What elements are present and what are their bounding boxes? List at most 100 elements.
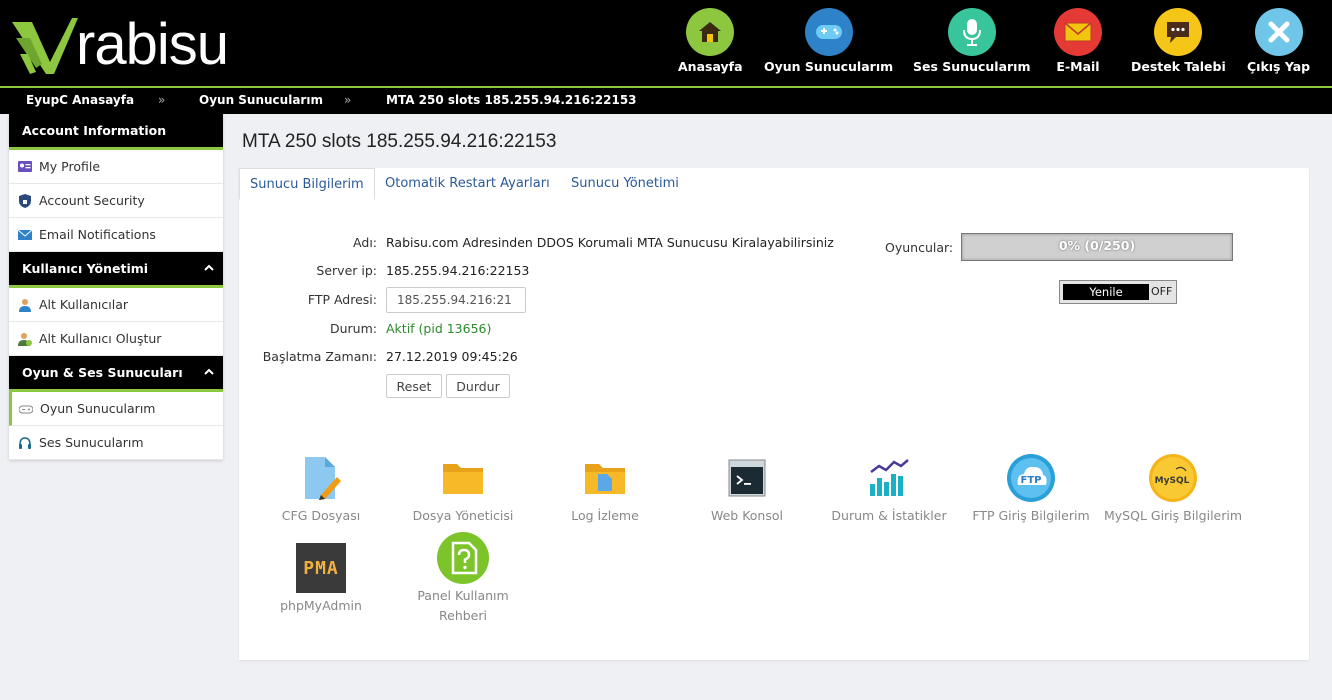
sidebar-item-label: My Profile [39,159,101,174]
players-progress-text: 0% (0/250) [1058,238,1136,253]
tool-durum-istatikler[interactable]: Durum & İstatikler [814,450,964,526]
breadcrumb-current: MTA 250 slots 185.255.94.216:22153 [386,93,637,107]
mysql-icon: MySQL [1145,450,1201,506]
microphone-icon [947,8,996,56]
envelope-icon [17,227,33,243]
nav-label: Destek Talebi [1131,59,1226,74]
sidebar-item-alt-kullanici-olustur[interactable]: Alt Kullanıcı Oluştur [9,322,223,356]
logo-mark-icon [12,18,78,74]
tool-label: Log İzleme [571,508,639,523]
gamepad-icon [18,401,34,417]
reset-button[interactable]: Reset [386,374,442,398]
gamepad-icon [804,8,853,56]
svg-text:MySQL: MySQL [1155,476,1190,486]
auto-refresh-toggle[interactable]: Yenile OFF [1059,280,1177,304]
stats-chart-icon [861,450,917,506]
players-label: Oyuncular: [885,240,954,255]
sidebar: Account Information My Profile Account S… [9,114,223,460]
tool-phpmyadmin[interactable]: PMA phpMyAdmin [246,540,396,616]
nav-label: Ses Sunucularım [913,59,1031,74]
sidebar-item-account-security[interactable]: Account Security [9,184,223,218]
headset-icon [17,435,33,451]
sidebar-item-alt-kullanicilar[interactable]: Alt Kullanıcılar [9,288,223,322]
tool-ftp-giris-bilgilerim[interactable]: FTP FTP Giriş Bilgilerim [956,450,1106,526]
breadcrumb-separator: » [344,93,352,107]
sidebar-item-label: Oyun Sunucularım [40,401,156,416]
sidebar-item-ses-sunuculari[interactable]: Ses Sunucularım [9,426,223,460]
sidebar-section-title: Kullanıcı Yönetimi [22,261,149,276]
page-title: MTA 250 slots 185.255.94.216:22153 [242,131,557,152]
breadcrumb: EyupC Anasayfa » Oyun Sunucularım » MTA … [0,86,1332,114]
toggle-off-label: OFF [1151,285,1173,298]
sidebar-section-account-information: Account Information [9,114,223,150]
sidebar-section-title: Oyun & Ses Sunucuları [22,365,183,380]
sidebar-item-email-notifications[interactable]: Email Notifications [9,218,223,252]
nav-cikis-yap[interactable]: Çıkış Yap [1247,8,1310,78]
tool-mysql-giris-bilgilerim[interactable]: MySQL MySQL Giriş Bilgilerim [1098,450,1248,526]
top-header: rabisu Anasayfa Oyun Sunucularım Ses Sun… [0,0,1332,86]
status-label: Durum: [330,321,377,336]
ftp-address-field[interactable] [386,287,526,313]
home-icon [686,8,735,56]
cfg-file-icon [293,450,349,506]
sidebar-section-oyun-ses-sunuculari[interactable]: Oyun & Ses Sunucuları [9,356,223,392]
tool-panel-kullanim-rehberi[interactable]: Panel Kullanım Rehberi [388,530,538,626]
pma-icon-text: PMA [303,557,339,579]
name-label: Adı: [353,235,377,250]
tool-label: Durum & İstatikler [831,508,947,523]
tab-sunucu-yonetimi[interactable]: Sunucu Yönetimi [571,168,679,200]
nav-email[interactable]: E-Mail [1054,8,1102,78]
stop-button[interactable]: Durdur [446,374,510,398]
sidebar-section-kullanici-yonetimi[interactable]: Kullanıcı Yönetimi [9,252,223,288]
sidebar-item-label: Alt Kullanıcılar [39,297,129,312]
close-icon [1254,8,1303,56]
rabisu-logo[interactable]: rabisu [10,10,240,80]
tab-otomatik-restart[interactable]: Otomatik Restart Ayarları [385,168,550,200]
start-time-label: Başlatma Zamanı: [262,349,377,364]
sidebar-item-my-profile[interactable]: My Profile [9,150,223,184]
chevron-up-icon [204,264,214,271]
terminal-icon [719,450,775,506]
breadcrumb-separator: » [158,93,166,107]
status-value: Aktif (pid 13656) [386,321,492,336]
shield-icon [17,193,33,209]
user-icon [17,297,33,313]
sidebar-item-label: Email Notifications [39,227,156,242]
tool-label: MySQL Giriş Bilgilerim [1103,508,1243,523]
tool-log-izleme[interactable]: Log İzleme [530,450,680,526]
breadcrumb-game-servers[interactable]: Oyun Sunucularım [199,93,323,107]
start-time-value: 27.12.2019 09:45:26 [386,349,518,364]
nav-label: Çıkış Yap [1247,59,1311,74]
tool-dosya-yoneticisi[interactable]: Dosya Yöneticisi [388,450,538,526]
svg-text:FTP: FTP [1021,475,1042,486]
nav-oyun-sunuculari[interactable]: Oyun Sunucularım [764,8,893,78]
log-folder-icon [577,450,633,506]
nav-destek-talebi[interactable]: Destek Talebi [1131,8,1226,78]
folder-icon [435,450,491,506]
breadcrumb-home[interactable]: EyupC Anasayfa [26,93,134,107]
sidebar-item-label: Alt Kullanıcı Oluştur [39,331,162,346]
tool-label: Dosya Yöneticisi [412,508,514,523]
chevron-up-icon [204,368,214,375]
tool-label: CFG Dosyası [281,508,361,523]
nav-ses-sunuculari[interactable]: Ses Sunucularım [913,8,1030,78]
sidebar-item-oyun-sunuculari[interactable]: Oyun Sunucularım [9,392,223,426]
server-ip-label: Server ip: [316,263,377,278]
tool-web-konsol[interactable]: Web Konsol [672,450,822,526]
profile-card-icon [17,159,33,175]
tool-label: FTP Giriş Bilgilerim [972,508,1090,523]
server-ip-value: 185.255.94.216:22153 [386,263,530,278]
nav-anasayfa[interactable]: Anasayfa [678,8,743,78]
envelope-icon [1054,8,1102,56]
chat-icon [1154,8,1203,56]
tool-cfg-dosyasi[interactable]: CFG Dosyası [246,450,396,526]
sidebar-item-label: Account Security [39,193,145,208]
user-add-icon [17,331,33,347]
nav-label: Anasayfa [678,59,743,74]
toggle-on-label: Yenile [1063,284,1149,300]
logo-text: rabisu [76,12,229,77]
ftp-cloud-icon: FTP [1003,450,1059,506]
nav-label: E-Mail [1056,59,1100,74]
tab-sunucu-bilgilerim[interactable]: Sunucu Bilgilerim [239,168,375,200]
help-document-icon [435,530,491,586]
